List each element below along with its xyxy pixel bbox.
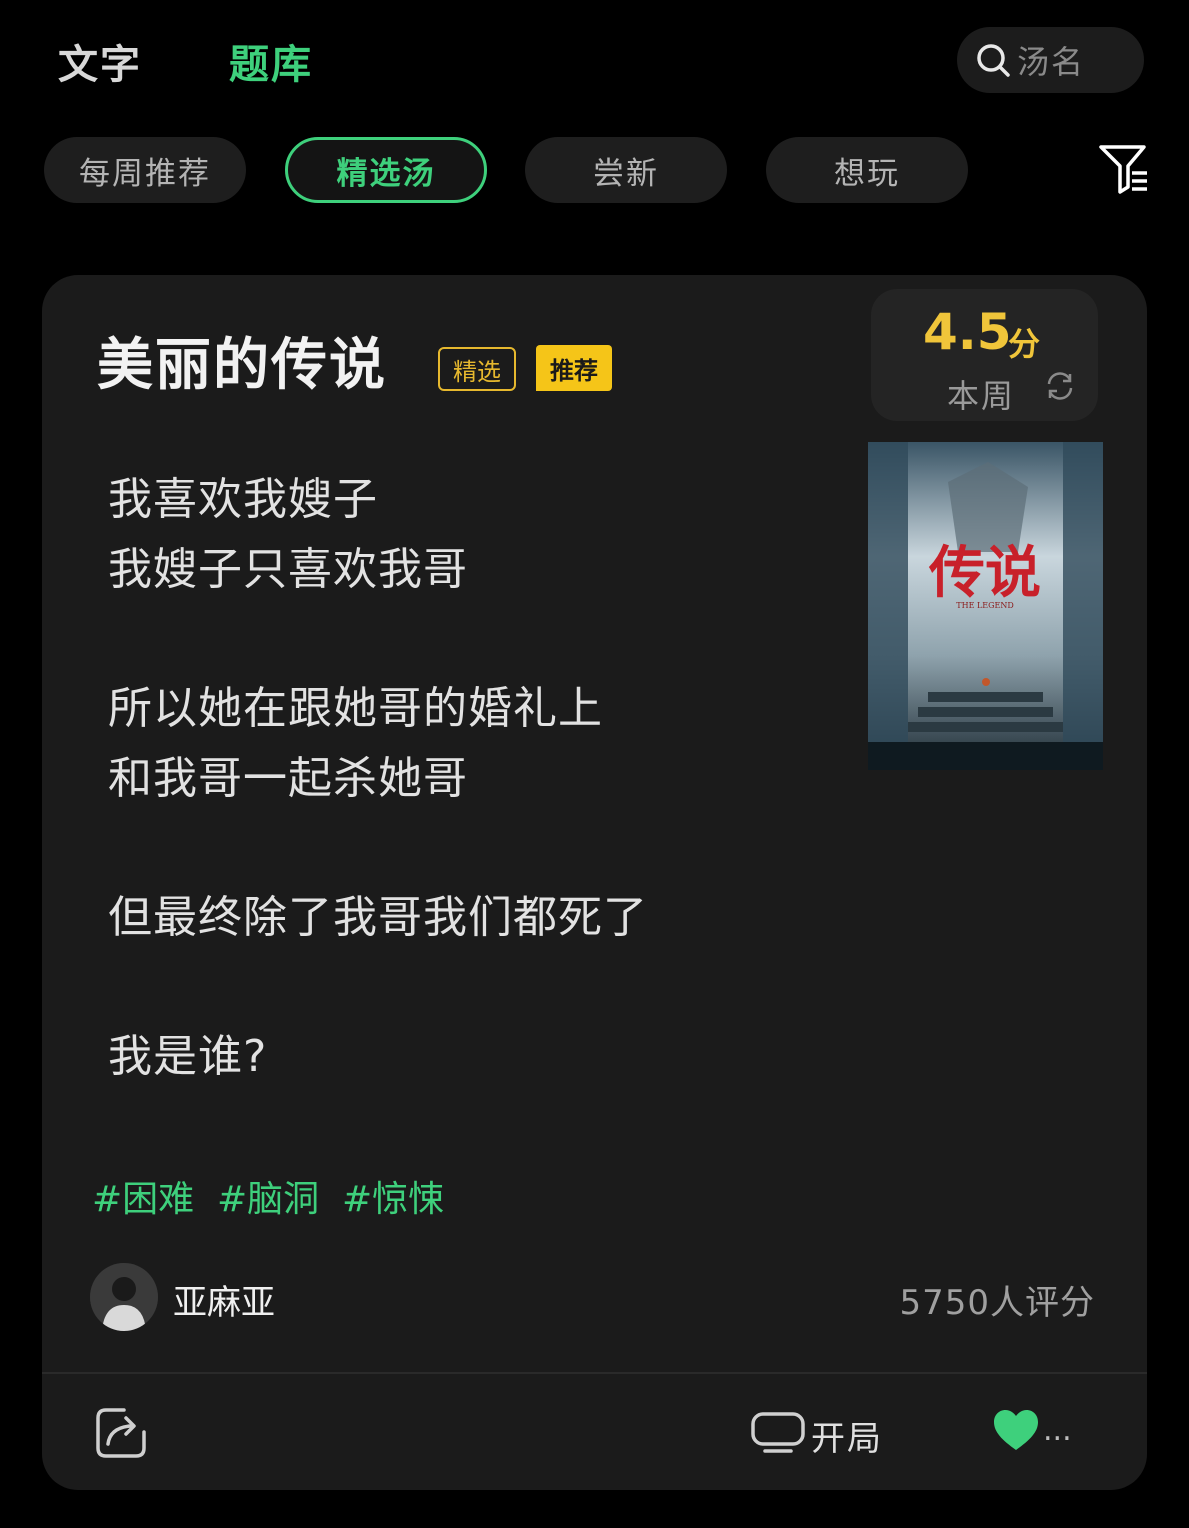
filter-icon[interactable] (1098, 143, 1150, 195)
score-period: 本周 (947, 377, 1016, 415)
chat-icon[interactable] (751, 1412, 805, 1454)
avatar[interactable] (90, 1263, 158, 1331)
chip-try-new[interactable]: 尝新 (525, 137, 727, 203)
refresh-icon[interactable] (1043, 369, 1077, 403)
story-line: 我嫂子只喜欢我哥 (108, 544, 468, 595)
start-game-button[interactable]: 开局 (811, 1411, 883, 1460)
card-title: 美丽的传说 (97, 333, 387, 398)
author-name[interactable]: 亚麻亚 (173, 1275, 275, 1324)
story-line: 和我哥一起杀她哥 (108, 753, 468, 804)
tab-text[interactable]: 文字 (58, 32, 142, 90)
story-line: 我喜欢我嫂子 (108, 474, 378, 525)
search-box[interactable]: 汤名 (957, 27, 1144, 93)
tab-question-bank[interactable]: 题库 (229, 32, 313, 90)
search-icon (977, 44, 1010, 77)
chip-want-to-play[interactable]: 想玩 (766, 137, 968, 203)
score-value: 4.5 (923, 303, 1012, 361)
tag-thriller[interactable]: #惊悚 (342, 1170, 444, 1222)
chip-weekly-recommend[interactable]: 每周推荐 (44, 137, 246, 203)
poster-image[interactable]: 传说 THE LEGEND (868, 442, 1103, 770)
puzzle-card[interactable]: 美丽的传说 精选 推荐 4.5 分 本周 传说 THE LEGEND 我喜欢我嫂… (42, 275, 1147, 1490)
more-text[interactable]: ... (1043, 1413, 1072, 1448)
poster-subtitle: THE LEGEND (956, 601, 1014, 610)
score-box: 4.5 分 本周 (871, 289, 1098, 421)
poster-title: 传说 (928, 540, 1041, 606)
badge-featured: 精选 (438, 347, 516, 391)
search-placeholder: 汤名 (1017, 43, 1086, 81)
tag-difficult[interactable]: #困难 (92, 1170, 194, 1222)
score-unit: 分 (1008, 325, 1041, 363)
chip-featured[interactable]: 精选汤 (285, 137, 487, 203)
tag-brain[interactable]: #脑洞 (217, 1170, 319, 1222)
heart-icon[interactable] (992, 1408, 1040, 1452)
story-line: 但最终除了我哥我们都死了 (108, 892, 648, 943)
divider (42, 1372, 1147, 1374)
story-line: 我是谁? (108, 1031, 268, 1082)
badge-recommended: 推荐 (536, 345, 612, 391)
share-icon[interactable] (94, 1406, 148, 1460)
rating-count: 5750人评分 (899, 1283, 1095, 1323)
story-line: 所以她在跟她哥的婚礼上 (108, 683, 603, 734)
